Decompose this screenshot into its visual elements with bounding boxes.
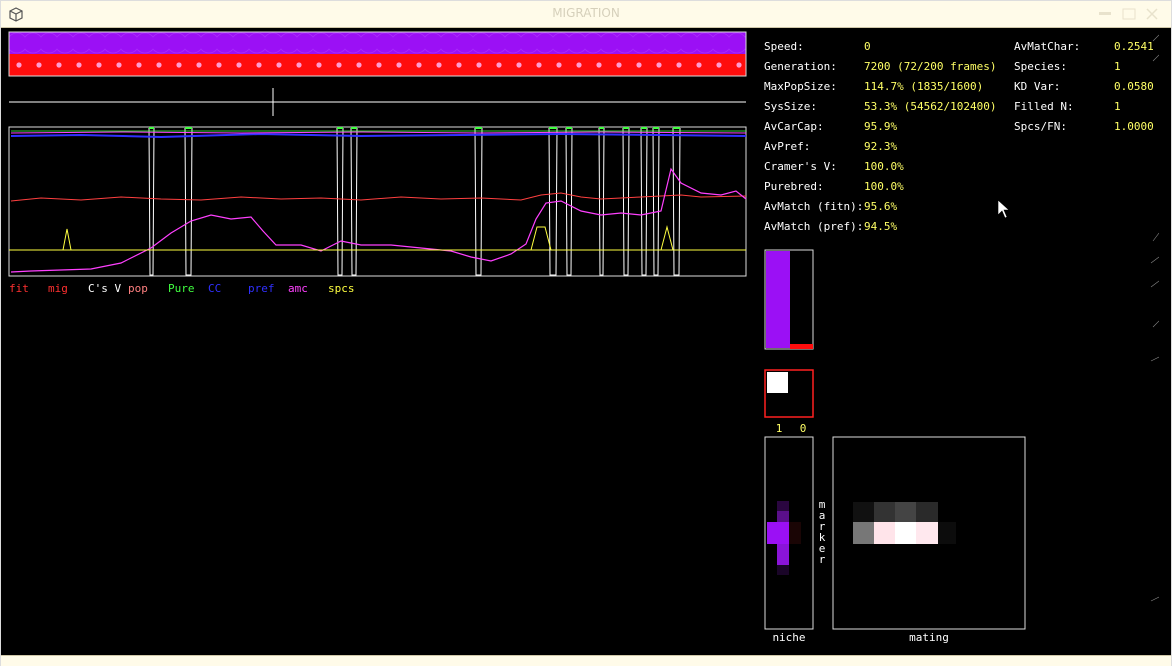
stat-left-key: Generation: [764,60,837,73]
stat-left-value: 95.6% [864,200,898,213]
stat-right-key: Species: [1014,60,1067,73]
stat-left-key: Speed: [764,40,804,53]
species-event-line [350,127,358,276]
stat-left-value: 95.9% [864,120,898,133]
species-count-2: 0 [799,422,807,435]
species-event-line [565,127,573,276]
legend-item-amc: amc [288,282,308,295]
niche-label: niche [772,631,806,644]
legend-item-csv: C's V [88,282,122,295]
stat-left-row: AvMatch (fitn): 95.6% [764,197,1004,217]
trait-distribution-panel [764,249,814,350]
stat-right-key: AvMatChar: [1014,40,1081,53]
mating-label: mating [909,631,949,644]
stat-left-value: 100.0% [864,160,904,173]
stat-right-key: KD Var: [1014,80,1061,93]
niche-panel [764,436,814,630]
amc-series-line [10,167,747,273]
fit-series-line [10,192,747,202]
legend-item-fit: fit [9,282,29,295]
stat-left-key: Purebred: [764,180,824,193]
legend-item-spcs: spcs [328,282,355,295]
stat-left-row: AvMatch (pref): 94.5% [764,217,1004,237]
stat-left-value: 0 [864,40,871,53]
stat-left-row: AvCarCap: 95.9% [764,117,1004,137]
migration-bar [9,88,746,116]
pref-series-line [10,132,747,139]
stat-left-key: SysSize: [764,100,817,113]
stat-left-key: AvCarCap: [764,120,824,133]
species-matrix [764,369,814,418]
stat-right-row: Species: 1 [1014,57,1156,77]
stat-left-row: Speed: 0 [764,37,1004,57]
time-series-plot [8,126,747,277]
window-control-buttons[interactable] [1097,7,1161,21]
stat-left-key: AvPref: [764,140,811,153]
title-bar[interactable]: MIGRATION [1,1,1171,28]
stats-right: AvMatChar: 0.2541 Species: 1 KD Var: 0.0580 Fi… [1014,37,1156,137]
stat-left-value: 114.7% (1835/1600) [864,80,984,93]
stat-left-row: Cramer's V: 100.0% [764,157,1004,177]
species-event-line [336,127,344,276]
stat-left-value: 7200 (72/200 frames) [864,60,997,73]
legend-item-pure: Pure [168,282,195,295]
stat-left-value: 92.3% [864,140,898,153]
stat-left-key: Cramer's V: [764,160,837,173]
stat-left-row: Purebred: 100.0% [764,177,1004,197]
species-event-line [474,127,483,276]
species-count-1: 1 [775,422,783,435]
species-event-line [640,127,648,276]
stat-left-row: Generation: 7200 (72/200 frames) [764,57,1004,77]
legend-item-pop: pop [128,282,148,295]
stat-left-key: AvMatch (fitn): [764,200,864,213]
species-event-line [672,127,681,276]
stat-right-value: 0.0580 [1114,80,1154,93]
stat-right-row: Filled N: 1 [1014,97,1156,117]
stat-right-row: Spcs/FN: 1.0000 [1014,117,1156,137]
marker-axis-label: marker [818,498,826,566]
species-event-line [622,127,630,276]
legend-item-mig: mig [48,282,68,295]
species-event-lines [148,127,681,276]
spcs-series-line [11,225,746,251]
stat-right-value: 1 [1114,60,1121,73]
stat-left-row: AvPref: 92.3% [764,137,1004,157]
stat-left-value: 100.0% [864,180,904,193]
app-window: MIGRATION Speed: 0 Generation: 7200 (72/… [0,0,1172,666]
stat-right-row: AvMatChar: 0.2541 [1014,37,1156,57]
legend-item-cc: CC [208,282,222,295]
stat-right-value: 1 [1114,100,1121,113]
window-title: MIGRATION [552,6,620,20]
stat-right-value: 0.2541 [1114,40,1154,53]
species-event-line [652,127,660,276]
window-bottom-border [1,655,1171,666]
habitat-strip [8,31,747,77]
stat-left-row: MaxPopSize: 114.7% (1835/1600) [764,77,1004,97]
amc-top-series-line [10,131,747,134]
species-event-line [148,127,155,276]
species-event-line [598,127,605,276]
stat-left-key: MaxPopSize: [764,80,837,93]
stats-left: Speed: 0 Generation: 7200 (72/200 frames) Ma… [764,37,1004,237]
stat-left-value: 53.3% (54562/102400) [864,100,997,113]
species-event-line [184,127,193,276]
stat-right-key: Spcs/FN: [1014,120,1067,133]
mating-panel [832,436,1026,630]
stat-right-key: Filled N: [1014,100,1074,113]
stat-left-value: 94.5% [864,220,898,233]
stat-left-key: AvMatch (pref): [764,220,864,233]
stat-right-value: 1.0000 [1114,120,1154,133]
legend-item-pref: pref [248,282,275,295]
stat-right-row: KD Var: 0.0580 [1014,77,1156,97]
stat-left-row: SysSize: 53.3% (54562/102400) [764,97,1004,117]
